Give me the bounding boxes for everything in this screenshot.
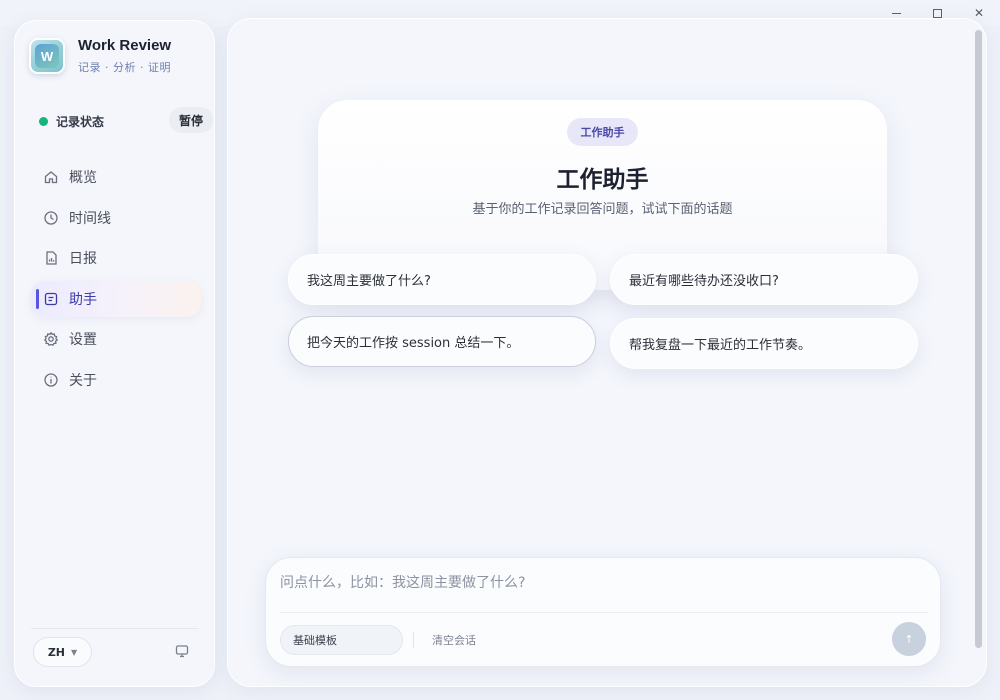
record-status-label: 记录状态 bbox=[56, 115, 105, 129]
arrow-up-icon: ↑ bbox=[904, 632, 914, 646]
sidebar-item-overview[interactable]: 概览 bbox=[31, 159, 201, 195]
status-dot-icon bbox=[39, 117, 48, 126]
brand: W Work Review 记录 · 分析 · 证明 bbox=[29, 37, 171, 75]
page-title: 工作助手 bbox=[556, 167, 649, 193]
scrollbar[interactable] bbox=[975, 30, 982, 648]
sidebar-item-report[interactable]: 日报 bbox=[31, 240, 201, 276]
assistant-badge: 工作助手 bbox=[567, 118, 638, 146]
template-select[interactable]: 基础模板 bbox=[280, 625, 403, 655]
suggestion-chip[interactable]: 把今天的工作按 session 总结一下。 bbox=[288, 316, 596, 367]
page-subtitle: 基于你的工作记录回答问题，试试下面的话题 bbox=[472, 202, 733, 217]
active-indicator bbox=[36, 288, 39, 309]
sidebar-item-settings[interactable]: 设置 bbox=[31, 321, 201, 357]
suggestion-chip[interactable]: 我这周主要做了什么? bbox=[288, 254, 596, 305]
app-logo-icon: W bbox=[29, 38, 65, 74]
clear-session-button[interactable]: 清空会话 bbox=[432, 632, 476, 648]
language-select[interactable]: ZH ▼ bbox=[33, 637, 92, 667]
report-icon bbox=[43, 250, 59, 266]
language-value: ZH bbox=[47, 645, 66, 659]
sidebar-item-label: 助手 bbox=[69, 291, 97, 308]
chevron-down-icon: ▼ bbox=[71, 647, 78, 657]
sidebar-item-about[interactable]: 关于 bbox=[31, 362, 201, 398]
sidebar-item-label: 时间线 bbox=[69, 210, 111, 227]
divider bbox=[413, 632, 414, 648]
record-status: 记录状态 暂停 bbox=[39, 107, 213, 133]
sidebar-item-label: 日报 bbox=[69, 251, 97, 267]
sidebar: W Work Review 记录 · 分析 · 证明 记录状态 暂停 概览 时间… bbox=[14, 20, 215, 687]
home-icon bbox=[43, 169, 59, 185]
sidebar-item-label: 概览 bbox=[69, 170, 97, 186]
sidebar-item-label: 关于 bbox=[69, 372, 97, 389]
pause-button[interactable]: 暂停 bbox=[169, 107, 213, 133]
suggestion-chip[interactable]: 帮我复盘一下最近的工作节奏。 bbox=[610, 318, 918, 369]
app-title: Work Review bbox=[78, 37, 172, 54]
minimize-icon bbox=[891, 12, 901, 14]
monitor-icon[interactable] bbox=[174, 643, 190, 659]
sidebar-item-label: 设置 bbox=[69, 332, 97, 348]
gear-icon bbox=[43, 331, 59, 347]
assistant-icon bbox=[43, 291, 59, 307]
maximize-icon bbox=[932, 8, 942, 18]
sidebar-nav: 概览 时间线 日报 助手 设置 关于 bbox=[31, 159, 201, 402]
chat-composer: 基础模板 清空会话 ↑ bbox=[265, 557, 941, 667]
app-subtitle: 记录 · 分析 · 证明 bbox=[78, 61, 171, 74]
sidebar-item-timeline[interactable]: 时间线 bbox=[31, 200, 201, 236]
suggestion-chip[interactable]: 最近有哪些待办还没收口? bbox=[610, 254, 918, 305]
send-button[interactable]: ↑ bbox=[892, 622, 926, 656]
clock-icon bbox=[43, 210, 59, 226]
divider bbox=[280, 612, 928, 613]
close-icon: ✕ bbox=[973, 6, 985, 20]
divider bbox=[31, 628, 199, 629]
chat-input[interactable] bbox=[280, 568, 920, 598]
info-icon bbox=[43, 372, 59, 388]
sidebar-item-assistant[interactable]: 助手 bbox=[31, 280, 201, 317]
